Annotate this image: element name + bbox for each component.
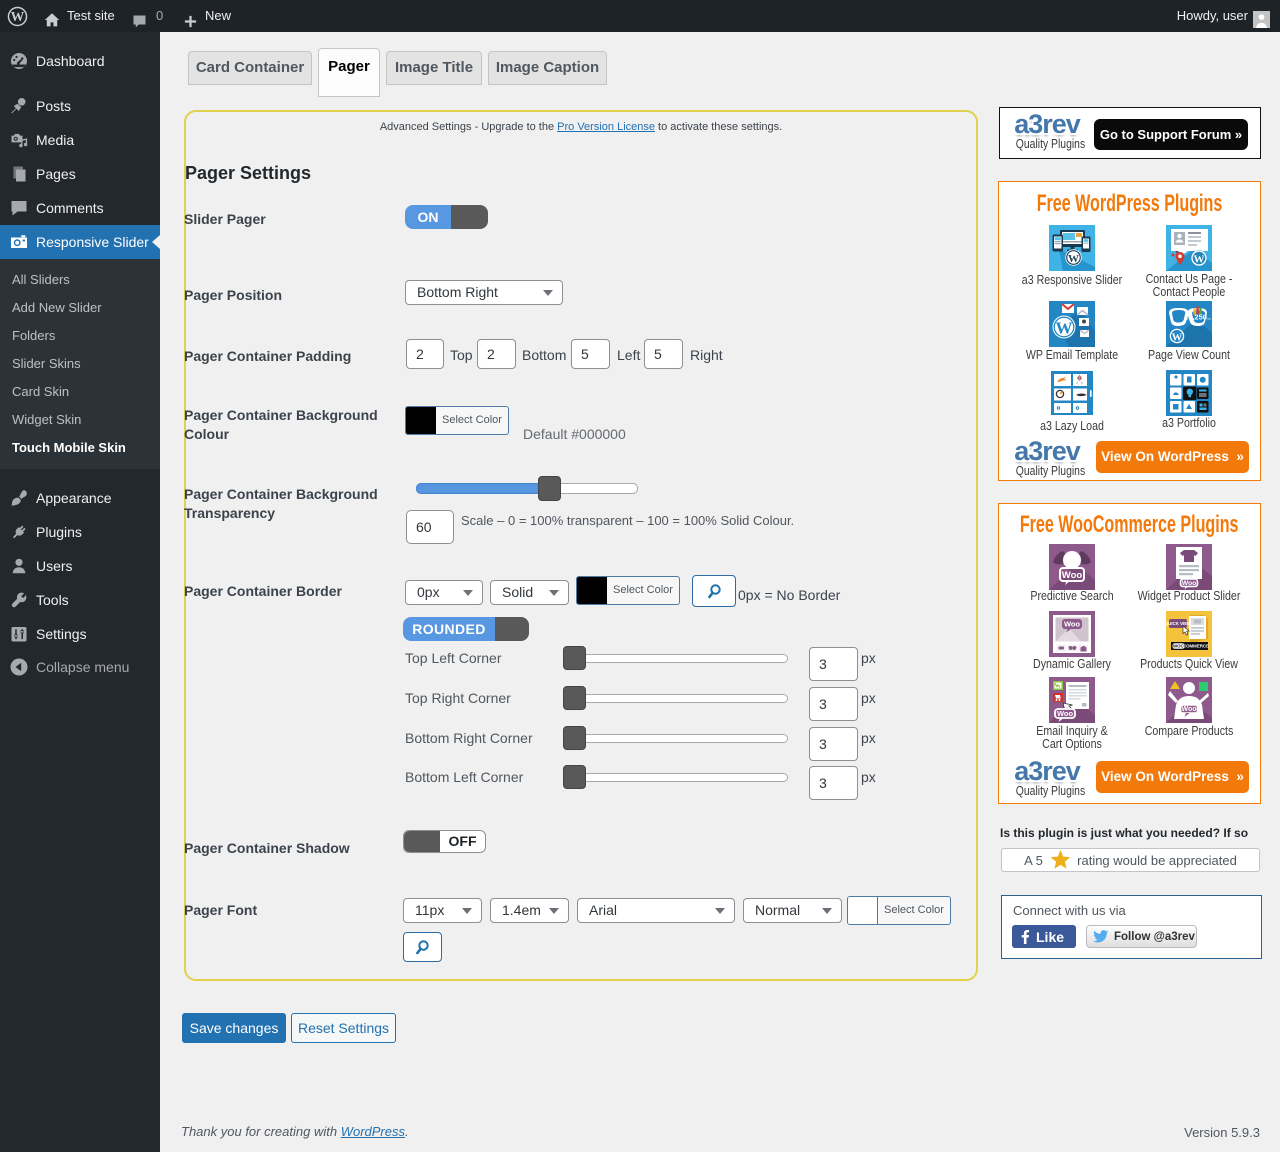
svg-text:Woo: Woo — [1062, 570, 1083, 581]
svg-text:W: W — [11, 9, 25, 24]
svg-text:Woo: Woo — [1182, 580, 1197, 587]
svg-text:W: W — [1056, 319, 1073, 338]
svg-text:Woo: Woo — [1181, 706, 1196, 713]
svg-text:W: W — [1194, 253, 1205, 265]
svg-text:10,250..: 10,250.. — [1184, 313, 1211, 322]
svg-text:Woo: Woo — [1064, 619, 1081, 628]
svg-text:W: W — [1068, 253, 1079, 265]
svg-text:Woo: Woo — [1057, 709, 1074, 718]
svg-text:QUICK VIEW: QUICK VIEW — [1166, 621, 1192, 626]
svg-text:COMMERCE: COMMERCE — [1183, 643, 1209, 648]
svg-text:W: W — [1172, 332, 1183, 343]
